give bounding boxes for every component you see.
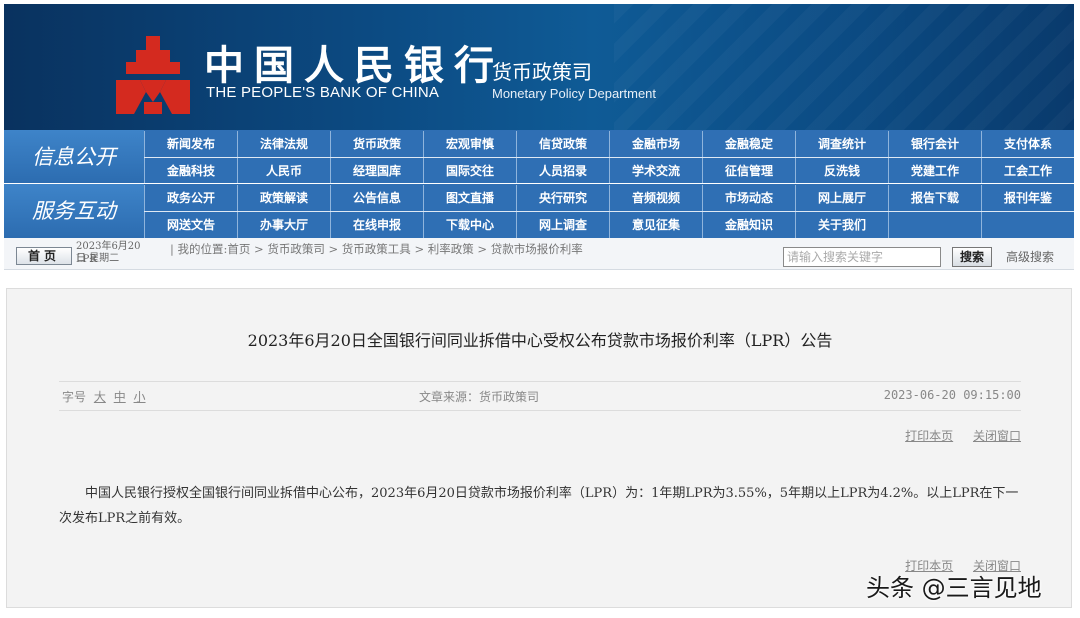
article-panel: 2023年6月20日全国银行间同业拆借中心受权公布贷款市场报价利率（LPR）公告… xyxy=(6,288,1072,608)
breadcrumb[interactable]: | 我的位置:首页 > 货币政策司 > 货币政策工具 > 利率政策 > 贷款市场… xyxy=(170,241,583,257)
nav-item-recruitment[interactable]: 人员招录 xyxy=(516,158,609,184)
nav-item-about-us[interactable]: 关于我们 xyxy=(795,212,888,238)
nav-item-international[interactable]: 国际交往 xyxy=(423,158,516,184)
font-medium-link[interactable]: 中 xyxy=(114,390,126,404)
article-tools-top: 打印本页 关闭窗口 xyxy=(889,427,1021,444)
close-window-link[interactable]: 关闭窗口 xyxy=(973,429,1021,443)
current-section: LPR xyxy=(76,254,97,265)
font-size-label: 字号 xyxy=(62,390,87,404)
nav-item-feedback[interactable]: 意见征集 xyxy=(609,212,702,238)
nav-item-laws[interactable]: 法律法规 xyxy=(237,131,330,157)
nav-item-online-exhibition[interactable]: 网上展厅 xyxy=(795,185,888,211)
nav-item-treasury[interactable]: 经理国库 xyxy=(330,158,423,184)
pboc-emblem-icon xyxy=(116,36,190,114)
article-title: 2023年6月20日全国银行间同业拆借中心受权公布贷款市场报价利率（LPR）公告 xyxy=(247,331,833,350)
publish-time: 2023-06-20 09:15:00 xyxy=(883,388,1021,402)
home-button[interactable]: 首页 xyxy=(16,247,72,265)
nav-item-service-hall[interactable]: 办事大厅 xyxy=(237,212,330,238)
nav-item-online-filing[interactable]: 在线申报 xyxy=(330,212,423,238)
nav-item-anti-money-laundering[interactable]: 反洗钱 xyxy=(795,158,888,184)
nav-item-union[interactable]: 工会工作 xyxy=(981,158,1074,184)
watermark: 头条 @三言见地 xyxy=(866,574,1042,602)
nav-item-monetary-policy[interactable]: 货币政策 xyxy=(330,131,423,157)
search-button[interactable]: 搜索 xyxy=(952,247,992,267)
breadcrumb-bar: 首页 2023年6月20日 星期二 LPR | 我的位置:首页 > 货币政策司 … xyxy=(4,238,1074,270)
nav-item-government-affairs[interactable]: 政务公开 xyxy=(144,185,237,211)
nav-item-empty xyxy=(981,212,1074,238)
nav-item-download-center[interactable]: 下载中心 xyxy=(423,212,516,238)
bank-name-en: THE PEOPLE'S BANK OF CHINA xyxy=(206,84,440,101)
nav-group-label: 信息公开 xyxy=(4,130,144,184)
divider xyxy=(59,410,1021,411)
nav-item-report-download[interactable]: 报告下载 xyxy=(888,185,981,211)
nav-item-market-news[interactable]: 市场动态 xyxy=(702,185,795,211)
nav-group-service: 服务互动 政务公开 政策解读 公告信息 图文直播 央行研究 音频视频 市场动态 … xyxy=(4,184,1074,238)
nav-item-academic[interactable]: 学术交流 xyxy=(609,158,702,184)
nav-item-fintech[interactable]: 金融科技 xyxy=(144,158,237,184)
nav-item-financial-market[interactable]: 金融市场 xyxy=(609,131,702,157)
nav-row: 政务公开 政策解读 公告信息 图文直播 央行研究 音频视频 市场动态 网上展厅 … xyxy=(144,185,1074,211)
nav-group-info: 信息公开 新闻发布 法律法规 货币政策 宏观审慎 信贷政策 金融市场 金融稳定 … xyxy=(4,130,1074,184)
article-body: 中国人民银行授权全国银行间同业拆借中心公布，2023年6月20日贷款市场报价利率… xyxy=(59,486,1019,526)
nav-item-accounting[interactable]: 银行会计 xyxy=(888,131,981,157)
nav-item-credit-reference[interactable]: 征信管理 xyxy=(702,158,795,184)
nav-row: 网送文告 办事大厅 在线申报 下载中心 网上调查 意见征集 金融知识 关于我们 xyxy=(144,212,1074,238)
nav-row: 新闻发布 法律法规 货币政策 宏观审慎 信贷政策 金融市场 金融稳定 调查统计 … xyxy=(144,131,1074,157)
nav-item-financial-stability[interactable]: 金融稳定 xyxy=(702,131,795,157)
font-large-link[interactable]: 大 xyxy=(94,390,106,404)
divider xyxy=(59,381,1021,382)
nav-item-empty xyxy=(888,212,981,238)
banner-pattern xyxy=(614,4,1074,130)
nav-item-live[interactable]: 图文直播 xyxy=(423,185,516,211)
nav-group-label: 服务互动 xyxy=(4,184,144,238)
print-link[interactable]: 打印本页 xyxy=(905,429,953,443)
nav-item-statistics[interactable]: 调查统计 xyxy=(795,131,888,157)
font-small-link[interactable]: 小 xyxy=(134,390,146,404)
bank-name-cn: 中国人民银行 xyxy=(204,42,504,89)
nav-item-news[interactable]: 新闻发布 xyxy=(144,131,237,157)
nav-item-research[interactable]: 央行研究 xyxy=(516,185,609,211)
article-source: 文章来源：货币政策司 xyxy=(419,390,540,404)
department-name-cn: 货币政策司 xyxy=(492,60,592,84)
nav-item-rmb[interactable]: 人民币 xyxy=(237,158,330,184)
search-input[interactable]: 请输入搜索关键字 xyxy=(783,247,941,267)
main-nav: 信息公开 新闻发布 法律法规 货币政策 宏观审慎 信贷政策 金融市场 金融稳定 … xyxy=(4,130,1074,238)
site-banner: 中国人民银行 THE PEOPLE'S BANK OF CHINA 货币政策司 … xyxy=(4,4,1074,130)
nav-item-media[interactable]: 音频视频 xyxy=(609,185,702,211)
nav-item-financial-knowledge[interactable]: 金融知识 xyxy=(702,212,795,238)
nav-item-documents[interactable]: 网送文告 xyxy=(144,212,237,238)
nav-item-yearbook[interactable]: 报刊年鉴 xyxy=(981,185,1074,211)
nav-item-online-survey[interactable]: 网上调查 xyxy=(516,212,609,238)
advanced-search-link[interactable]: 高级搜索 xyxy=(1006,248,1054,265)
nav-item-party-building[interactable]: 党建工作 xyxy=(888,158,981,184)
nav-row: 金融科技 人民币 经理国库 国际交往 人员招录 学术交流 征信管理 反洗钱 党建… xyxy=(144,158,1074,184)
nav-item-credit-policy[interactable]: 信贷政策 xyxy=(516,131,609,157)
nav-item-announcements[interactable]: 公告信息 xyxy=(330,185,423,211)
department-name-en: Monetary Policy Department xyxy=(492,86,657,101)
nav-item-macroprudential[interactable]: 宏观审慎 xyxy=(423,131,516,157)
nav-item-payment[interactable]: 支付体系 xyxy=(981,131,1074,157)
nav-item-policy-interpretation[interactable]: 政策解读 xyxy=(237,185,330,211)
font-size-selector: 字号 大 中 小 xyxy=(62,388,146,405)
